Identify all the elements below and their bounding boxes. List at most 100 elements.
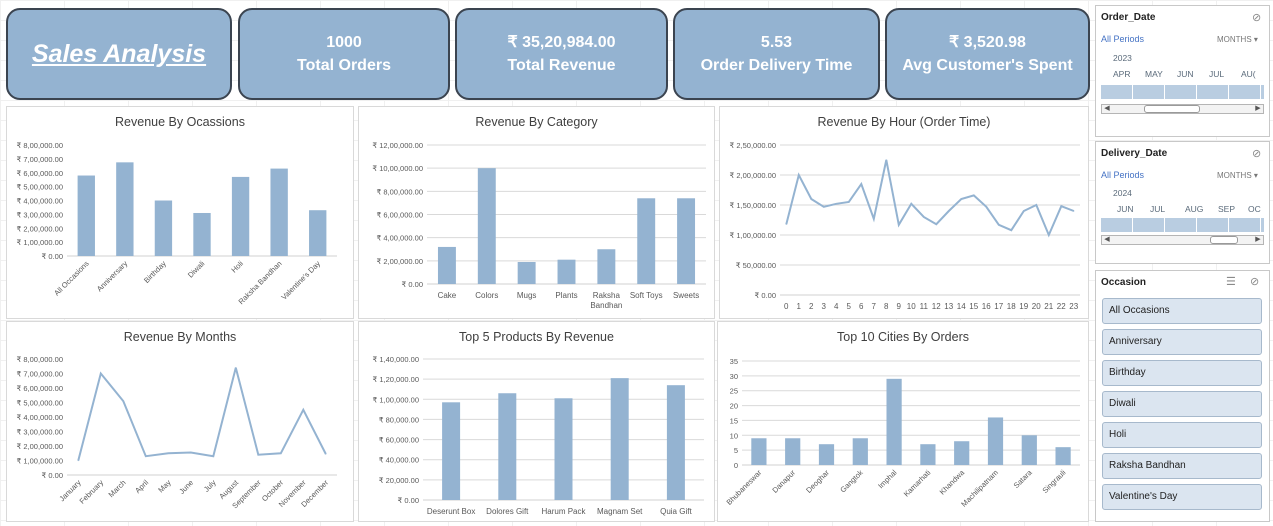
occasion-option[interactable]: Birthday <box>1102 360 1262 386</box>
y-tick-label: ₹ 0.00 <box>42 471 63 480</box>
x-tick-label: July <box>202 478 218 494</box>
bar[interactable] <box>77 175 95 256</box>
bar[interactable] <box>517 261 536 284</box>
occasion-option[interactable]: Raksha Bandhan <box>1102 453 1262 479</box>
data-point <box>860 183 862 185</box>
time-level-dropdown[interactable]: MONTHS ▾ <box>1217 171 1258 180</box>
bar[interactable] <box>610 378 629 500</box>
scroll-thumb[interactable] <box>1210 236 1238 244</box>
revenue-by-months-chart[interactable]: ₹ 0.00 ₹ 1,00,000.00 ₹ 2,00,000.00 ₹ 3,00,0… <box>6 321 354 522</box>
bar[interactable] <box>785 438 801 465</box>
x-tick-label: Plants <box>555 291 577 300</box>
bar[interactable] <box>498 393 517 500</box>
timeline-scrollbar[interactable]: ◀ ▶ <box>1101 104 1264 114</box>
timeline-scrollbar[interactable]: ◀ ▶ <box>1101 235 1264 245</box>
x-tick-label: March <box>107 478 128 499</box>
bar[interactable] <box>557 259 576 284</box>
bar[interactable] <box>116 162 134 256</box>
bar[interactable] <box>270 168 288 256</box>
bar[interactable] <box>309 210 327 256</box>
bar[interactable] <box>477 168 496 284</box>
time-level-label: MONTHS <box>1217 171 1252 180</box>
x-tick-label: 0 <box>784 302 789 311</box>
scroll-right-icon[interactable]: ▶ <box>1253 236 1263 244</box>
bar[interactable] <box>637 198 656 284</box>
y-tick-label: ₹ 60,000.00 <box>379 436 419 445</box>
top-products-chart[interactable]: ₹ 0.00 ₹ 20,000.00 ₹ 40,000.00 ₹ 60,000.00 ₹… <box>358 321 715 522</box>
x-tick-label: Khandwa <box>938 467 967 496</box>
timeline-year: 2023 <box>1113 53 1132 63</box>
scroll-left-icon[interactable]: ◀ <box>1102 236 1112 244</box>
bar[interactable] <box>677 198 696 284</box>
all-periods-link[interactable]: All Periods <box>1101 170 1144 180</box>
data-point <box>798 174 800 176</box>
y-tick-label: ₹ 1,40,000.00 <box>373 355 419 364</box>
occasion-slicer[interactable]: Occasion ☰ ⊘ All Occasions Anniversary Bir… <box>1095 270 1270 522</box>
x-tick-label: Colors <box>475 291 498 300</box>
total-orders-label: Total Orders <box>297 57 391 74</box>
clear-filter-icon[interactable]: ⊘ <box>1252 11 1261 24</box>
data-point <box>302 409 304 411</box>
bar[interactable] <box>818 444 835 465</box>
x-tick-label: 9 <box>897 302 902 311</box>
scroll-right-icon[interactable]: ▶ <box>1253 105 1263 113</box>
revenue-by-category-chart[interactable]: ₹ 0.00 ₹ 2,00,000.00 ₹ 4,00,000.00 ₹ 6,00,0… <box>358 106 715 319</box>
bar[interactable] <box>666 385 685 500</box>
x-tick-label: Soft Toys <box>630 291 663 300</box>
series-line[interactable] <box>785 159 1075 238</box>
occasion-option[interactable]: Valentine's Day <box>1102 484 1262 510</box>
bar[interactable] <box>442 402 461 500</box>
x-tick-label: 2 <box>809 302 814 311</box>
bar[interactable] <box>231 176 250 256</box>
timeline-period-bar[interactable] <box>1101 218 1264 232</box>
scroll-left-icon[interactable]: ◀ <box>1102 105 1112 113</box>
bar[interactable] <box>437 246 456 284</box>
bar[interactable] <box>193 212 211 256</box>
y-tick-label: ₹ 8,00,000.00 <box>377 187 423 196</box>
bar[interactable] <box>987 417 1004 465</box>
top-cities-chart[interactable]: 0 5 10 15 20 25 30 35 Bhubaneswar Danapur Deoghar G… <box>717 321 1089 522</box>
order-date-timeline[interactable]: Order_Date ⊘ All Periods MONTHS ▾ 2023 A… <box>1095 5 1270 137</box>
y-tick-label: ₹ 6,00,000.00 <box>17 169 63 178</box>
x-tick-label: 6 <box>859 302 864 311</box>
y-tick-label: ₹ 2,00,000.00 <box>377 257 423 266</box>
bar[interactable] <box>154 200 173 257</box>
bar[interactable] <box>886 378 902 465</box>
y-tick-label: ₹ 8,00,000.00 <box>17 141 63 150</box>
series-line[interactable] <box>77 367 327 461</box>
timeline-period-bar[interactable] <box>1101 85 1264 99</box>
y-tick-label: ₹ 5,00,000.00 <box>17 183 63 192</box>
bar[interactable] <box>751 438 767 465</box>
clear-filter-icon[interactable]: ⊘ <box>1252 147 1261 160</box>
bar[interactable] <box>1055 447 1071 465</box>
x-tick-label: Imphal <box>876 468 899 491</box>
time-level-dropdown[interactable]: MONTHS ▾ <box>1217 35 1258 44</box>
delivery-date-timeline[interactable]: Delivery_Date ⊘ All Periods MONTHS ▾ 202… <box>1095 141 1270 264</box>
bar[interactable] <box>1021 435 1037 465</box>
scroll-thumb[interactable] <box>1144 105 1200 113</box>
x-tick-label: 4 <box>834 302 839 311</box>
data-point <box>1060 205 1062 207</box>
bar[interactable] <box>954 441 970 465</box>
bar[interactable] <box>920 444 936 465</box>
data-point <box>848 201 850 203</box>
revenue-by-occasions-chart[interactable]: ₹ 0.00 ₹ 1,00,000.00 ₹ 2,00,000.00 ₹ 3,00,0… <box>6 106 354 319</box>
timeline-month: SEP <box>1218 204 1236 214</box>
occasion-option[interactable]: Anniversary <box>1102 329 1262 355</box>
occasion-option[interactable]: Diwali <box>1102 391 1262 417</box>
revenue-by-hour-chart[interactable]: ₹ 0.00 ₹ 50,000.00 ₹ 1,00,000.00 ₹ 1,50,000… <box>719 106 1089 319</box>
bar[interactable] <box>597 249 616 284</box>
occasion-option[interactable]: Holi <box>1102 422 1262 448</box>
x-tick-label: Quia Gift <box>660 507 692 516</box>
data-point <box>122 400 124 402</box>
bar[interactable] <box>554 398 573 500</box>
x-tick-label: Dolores Gift <box>486 507 529 516</box>
x-tick-label: May <box>156 478 173 495</box>
x-tick-label: 8 <box>884 302 889 311</box>
bar[interactable] <box>852 438 868 465</box>
clear-filter-icon[interactable]: ⊘ <box>1250 275 1259 288</box>
occasion-option[interactable]: All Occasions <box>1102 298 1262 324</box>
multi-select-icon[interactable]: ☰ <box>1226 275 1236 288</box>
x-tick-label: 12 <box>932 302 941 311</box>
all-periods-link[interactable]: All Periods <box>1101 34 1144 44</box>
